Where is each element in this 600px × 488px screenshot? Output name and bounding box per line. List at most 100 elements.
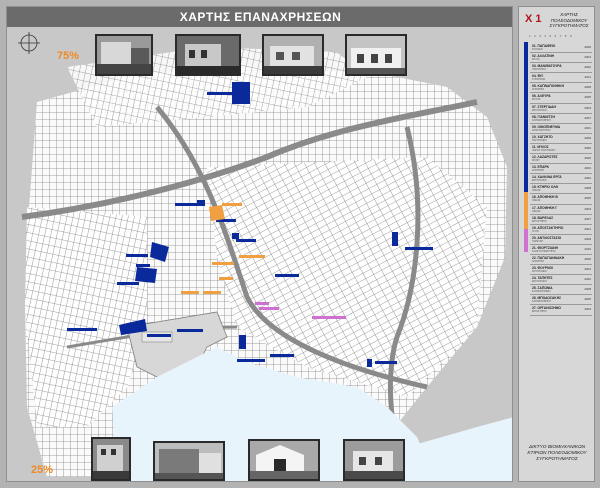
legend-item-sub: ΧΩΡΟΣ ΠΟΛΙΤΙΣΜΟΥ xyxy=(532,148,556,152)
scale-bottom-label: 25% xyxy=(31,464,54,476)
stripe-orange xyxy=(524,192,528,229)
legend-item-sub: ΥΔΡΕΥΣΗ xyxy=(532,239,544,243)
legend-item-sub: ΖΥΘΟΠΟΙΙΑ xyxy=(532,78,546,82)
legend-item-sub: ΑΠΟΘΗΚΗ xyxy=(532,169,545,173)
stripe-blue xyxy=(524,42,528,192)
legend-item-year: 2003 xyxy=(584,105,591,110)
legend-item[interactable]: 09. ΟΙΝΟΠΝΕΥΜΑ ΑΠΟΣΤΑΚΤΗΡΙΟ 2001 xyxy=(530,124,592,134)
legend-item-year: 2008 xyxy=(584,287,591,292)
legend-item[interactable]: 26. ΜΠΟΔΟΣΑΚΗΣ ΚΑΠΝΑΠΟΘΗΚΗ 2005 xyxy=(530,295,592,306)
reuse-site[interactable] xyxy=(197,200,205,206)
legend-item[interactable]: 18. ΒΑΡΕΛΑΣ ΕΡΓΑΣΤΗΡΙΟ 2007 xyxy=(530,215,592,225)
legend-item-sub: ΣΑΠΩΝΟΠΟΙΕΙΟ xyxy=(532,290,551,294)
legend-item[interactable]: 01. ΠΑΠΑΦΕΙΟ ΣΧΟΛΕΙΟ 2006 xyxy=(530,43,592,54)
photo-bottom-1[interactable] xyxy=(91,437,131,481)
legend-item[interactable]: 11. ΜΥΛΟΣ ΧΩΡΟΣ ΠΟΛΙΤΙΣΜΟΥ 2000 xyxy=(530,144,592,155)
legend-item[interactable]: 16. ΑΠΟΘΗΚΗ Β ΛΙΜΑΝΙ 2005 xyxy=(530,194,592,205)
legend-item[interactable]: 15. ΚΤΗΡΙΟ ΟΛΘ ΛΙΜΑΝΙ 2008 xyxy=(530,184,592,195)
legend-item-year: 2010 xyxy=(584,246,591,251)
reuse-site[interactable] xyxy=(232,233,239,239)
legend-item[interactable]: 27. ΟΡΓΑΝΟΣΗΜΟ ΕΡΓΑΣΤΗΡΙΟ 2003 xyxy=(530,305,592,316)
legend-item[interactable]: 22. ΠΑΠΑΓΙΑΝΝΑΚΗ ΑΠΟΘΗΚΗ 2006 xyxy=(530,255,592,266)
photo-bottom-4[interactable] xyxy=(343,439,405,481)
scale-top-label: 75% xyxy=(57,50,80,62)
legend-item[interactable]: 19. ΑΠΟΣΤΑΚΤΗΡΙΟ ΟΥΖΟ 2001 xyxy=(530,225,592,235)
legend-item[interactable]: 10. ΧΑΤΖΗΤΟ ΠΑΓΟΠΟΙΕΙΟ 2009 xyxy=(530,134,592,144)
photo-top-4[interactable] xyxy=(345,34,407,76)
legend-item-sub: ΑΠΟΘΗΚΗ xyxy=(532,88,545,92)
legend-item[interactable]: 24. ΤΑΠΗΤΕΣ ΕΡΓΟΣΤΑΣΙΟ 2002 xyxy=(530,275,592,286)
legend-item-sub: ΕΡΓΟΣΤΑΣΙΟ xyxy=(532,179,547,183)
reuse-site[interactable] xyxy=(232,82,250,104)
legend-item[interactable]: 17. ΑΠΟΘΗΚΗ Γ ΛΙΜΑΝΙ 2003 xyxy=(530,205,592,215)
legend-item-year: 2001 xyxy=(584,226,591,231)
legend-item-year: 2005 xyxy=(584,95,591,100)
photo-top-1[interactable] xyxy=(95,34,153,76)
legend-item-year: 2000 xyxy=(584,145,591,150)
reuse-site[interactable] xyxy=(135,267,157,283)
legend-item-sub: ΜΟΝΗ xyxy=(532,159,540,163)
legend-list: 01. ΠΑΠΑΦΕΙΟ ΣΧΟΛΕΙΟ 2006 02. ΑΛΛΑΤΙΝΗ ΜΥΛΟΙ… xyxy=(530,43,592,316)
photo-top-2[interactable] xyxy=(175,34,241,76)
legend-item-sub: ΛΙΜΑΝΙ xyxy=(532,209,541,213)
legend-item-year: 2005 xyxy=(584,297,591,302)
legend-code: X 1 xyxy=(525,13,542,25)
legend-item[interactable]: 23. ΦΟΥΡΝΟΙ ΑΡΤΟΠΟΙΕΙΟ 2004 xyxy=(530,265,592,276)
legend-item-year: 2003 xyxy=(584,206,591,211)
legend-item[interactable]: 04. ΦΙΞ ΖΥΘΟΠΟΙΙΑ 2011 xyxy=(530,73,592,84)
legend-item-year: 2004 xyxy=(584,55,591,60)
legend-footer: ΔΙΚΤΥΟ ΒΙΟΜΗΧΑΝΙΚΩΝ ΚΤΙΡΙΩΝ ΠΟΛΕΟΔΟΜΙΚΟΥ… xyxy=(527,445,587,462)
legend-item-sub: ΥΦΑΝΤΗΡΙΟ xyxy=(532,68,546,72)
legend-item-sub: ΣΧΟΛΕΙΟ xyxy=(532,48,543,51)
photo-bottom-2[interactable] xyxy=(153,441,225,481)
legend-item-year: 2011 xyxy=(584,75,591,80)
legend-item-sub: ΛΙΜΑΝΙ xyxy=(532,199,541,203)
map-panel: ΧΑΡΤΗΣ ΕΠΑΝΑΧΡΗΣΕΩΝ 75% 25% xyxy=(6,6,513,482)
legend-item-sub: ΑΠΟΣΤΑΚΤΗΡΙΟ xyxy=(532,128,551,132)
legend-item-year: 2006 xyxy=(584,256,591,261)
photo-top-3[interactable] xyxy=(262,34,324,76)
legend-item[interactable]: 08. ΓΙΑΝΝΙΤΣΗ ΚΑΠΝΑΠΟΘΗΚΗ 2007 xyxy=(530,114,592,124)
legend-item-sub: ΛΙΜΑΝΙ xyxy=(532,189,541,193)
legend-item-sub: ΚΑΠΝΑΠΟΘΗΚΗ xyxy=(532,300,551,304)
legend-item[interactable]: 20. ΑΝΤΛΙΟΣΤΑΣΙΟ ΥΔΡΕΥΣΗ 2009 xyxy=(530,235,592,245)
reuse-site[interactable] xyxy=(367,359,372,367)
legend-header: ΧΑΡΤΗΣ ΠΟΛΕΟΔΟΜΙΚΟΥ ΣΥΓΚΡΟΤΗΜΑΤΟΣ xyxy=(549,12,589,28)
legend-item[interactable]: 13. ΕΠΑΡΚ ΑΠΟΘΗΚΗ 2004 xyxy=(530,164,592,175)
legend-item[interactable]: 12. ΛΑΖΑΡΙΣΤΕΣ ΜΟΝΗ 2006 xyxy=(530,154,592,165)
legend-item-year: 2004 xyxy=(584,267,591,272)
legend-item-sub: ΚΛΩΣΤΟΥΦΑΝΤΗΡΙΟ xyxy=(532,249,556,253)
legend-panel: X 1 ΧΑΡΤΗΣ ΠΟΛΕΟΔΟΜΙΚΟΥ ΣΥΓΚΡΟΤΗΜΑΤΟΣ 1 … xyxy=(518,6,595,482)
legend-item-sub: ΑΠΟΘΗΚΗ xyxy=(532,259,545,263)
legend-item[interactable]: 06. ΑΛΕΥΡΑ ΜΥΛΟΣ 2005 xyxy=(530,93,592,104)
legend-item-year: 2009 xyxy=(584,135,591,140)
photo-bottom-3[interactable] xyxy=(248,439,320,481)
legend-item[interactable]: 02. ΑΛΛΑΤΙΝΗ ΜΥΛΟΙ 2004 xyxy=(530,53,592,64)
legend-item-sub: ΠΑΓΟΠΟΙΕΙΟ xyxy=(532,138,547,142)
city-map[interactable] xyxy=(7,7,513,482)
legend-item-sub: ΟΥΖΟ xyxy=(532,229,539,233)
map-title: ΧΑΡΤΗΣ ΕΠΑΝΑΧΡΗΣΕΩΝ xyxy=(7,7,512,27)
legend-item-year: 2009 xyxy=(584,236,591,241)
legend-item[interactable]: 14. ΧΑΛΚΙΝΑ ΕΡΓΑ ΕΡΓΟΣΤΑΣΙΟ 2002 xyxy=(530,174,592,185)
reuse-site[interactable] xyxy=(392,232,398,246)
legend-item[interactable]: 07. ΣΤΕΡΓΙΑΔΗ ΕΡΓΟΣΤΑΣΙΟ 2003 xyxy=(530,104,592,114)
legend-item-year: 2007 xyxy=(584,216,591,221)
legend-item-year: 2008 xyxy=(584,186,591,191)
legend-item-year: 2006 xyxy=(584,156,591,161)
legend-item-year: 2002 xyxy=(584,176,591,181)
legend-item-sub: ΕΡΓΑΣΤΗΡΙΟ xyxy=(532,310,547,314)
legend-item-sub: ΚΑΠΝΑΠΟΘΗΚΗ xyxy=(532,118,551,122)
legend-item-sub: ΜΥΛΟΙ xyxy=(532,58,540,62)
legend-item-year: 2002 xyxy=(584,65,591,70)
legend-item-year: 2005 xyxy=(584,196,591,201)
reuse-site[interactable] xyxy=(239,335,246,349)
legend-item[interactable]: 25. ΣΑΠΩΝΙΑ ΣΑΠΩΝΟΠΟΙΕΙΟ 2008 xyxy=(530,285,592,296)
legend-item[interactable]: 05. ΚΑΠΝΑΠΟΘΗΚΗ ΑΠΟΘΗΚΗ 2008 xyxy=(530,83,592,94)
legend-item[interactable]: 21. ΦΙΟΡΤΖΙΑΝΗ ΚΛΩΣΤΟΥΦΑΝΤΗΡΙΟ 2010 xyxy=(530,245,592,255)
legend-item-sub: ΕΡΓΟΣΤΑΣΙΟ xyxy=(532,108,547,112)
legend-item[interactable]: 03. ΜΑΝΙΦΑΤΟΥΡΑ ΥΦΑΝΤΗΡΙΟ 2002 xyxy=(530,63,592,74)
legend-item-year: 2003 xyxy=(584,307,591,312)
legend-item-sub: ΑΡΤΟΠΟΙΕΙΟ xyxy=(532,270,547,274)
legend-item-year: 2001 xyxy=(584,125,591,130)
